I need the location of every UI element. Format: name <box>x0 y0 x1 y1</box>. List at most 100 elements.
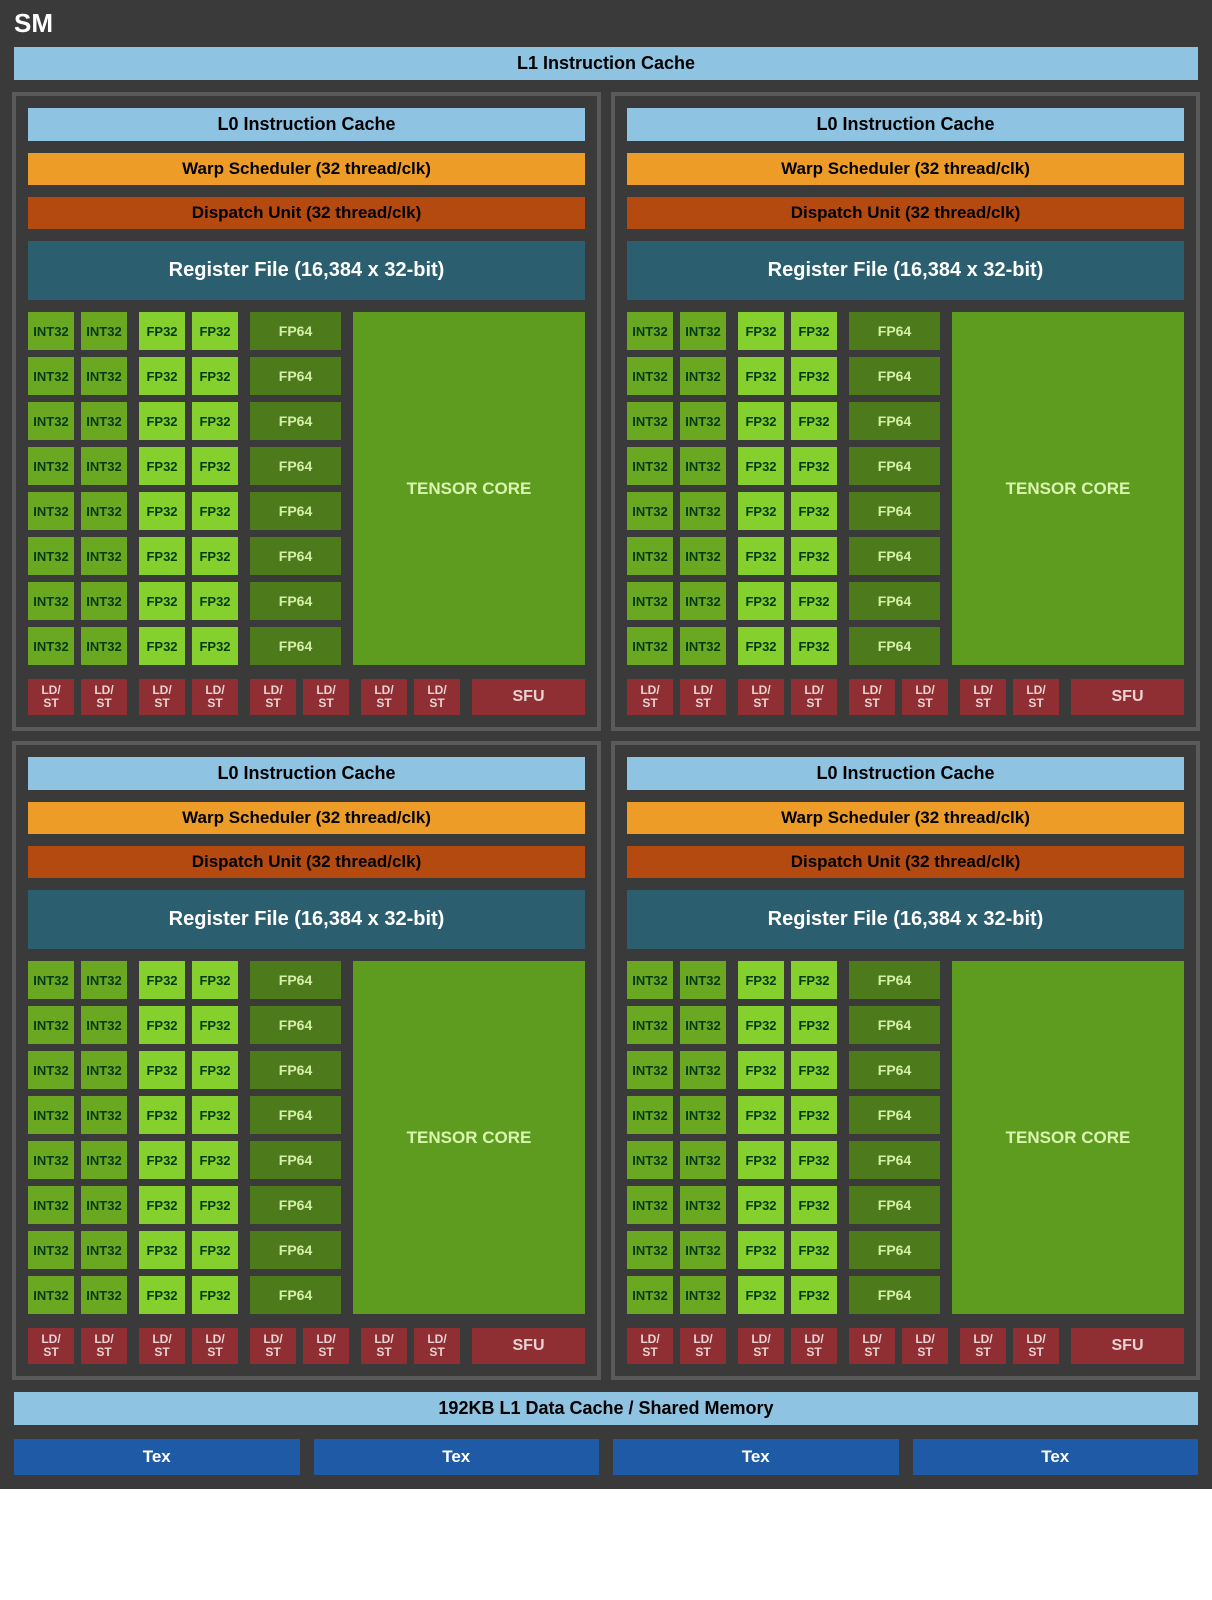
fp32-core: FP32 <box>736 1229 786 1271</box>
fp64-core: FP64 <box>847 625 942 667</box>
fp64-core: FP64 <box>248 1049 343 1091</box>
int32-core: INT32 <box>678 1274 728 1316</box>
ldst-unit: LD/ST <box>26 677 76 717</box>
ldst-unit: LD/ST <box>26 1326 76 1366</box>
int32-core: INT32 <box>79 490 129 532</box>
fp32-core: FP32 <box>789 1229 839 1271</box>
fp32-core: FP32 <box>137 310 187 352</box>
int32-core: INT32 <box>625 1139 675 1181</box>
int32-core: INT32 <box>625 1274 675 1316</box>
fp64-core: FP64 <box>248 310 343 352</box>
int32-core: INT32 <box>79 1094 129 1136</box>
fp32-columns: FP32FP32FP32FP32FP32FP32FP32FP32FP32FP32… <box>736 310 839 667</box>
sm-partition: L0 Instruction CacheWarp Scheduler (32 t… <box>12 741 601 1380</box>
fp32-core: FP32 <box>137 959 187 1001</box>
ldst-unit: LD/ST <box>789 677 839 717</box>
fp64-core: FP64 <box>248 1094 343 1136</box>
int32-core: INT32 <box>26 355 76 397</box>
fp32-core: FP32 <box>789 625 839 667</box>
int32-core: INT32 <box>79 1229 129 1271</box>
ldst-unit: LD/ST <box>900 1326 950 1366</box>
tensor-core: TENSOR CORE <box>950 310 1186 667</box>
int32-core: INT32 <box>625 1184 675 1226</box>
fp64-core: FP64 <box>847 1229 942 1271</box>
fp32-core: FP32 <box>190 1229 240 1271</box>
int32-core: INT32 <box>79 1049 129 1091</box>
int32-core: INT32 <box>678 355 728 397</box>
fp32-core: FP32 <box>789 1094 839 1136</box>
int32-core: INT32 <box>26 400 76 442</box>
fp32-core: FP32 <box>190 580 240 622</box>
int32-core: INT32 <box>678 490 728 532</box>
int32-core: INT32 <box>79 1139 129 1181</box>
ldst-row: LD/STLD/STLD/STLD/STLD/STLD/STLD/STLD/ST… <box>26 677 587 717</box>
fp32-core: FP32 <box>137 1274 187 1316</box>
fp32-core: FP32 <box>736 490 786 532</box>
fp32-core: FP32 <box>789 535 839 577</box>
l1-data-cache: 192KB L1 Data Cache / Shared Memory <box>12 1390 1200 1427</box>
fp64-core: FP64 <box>847 310 942 352</box>
int32-core: INT32 <box>26 959 76 1001</box>
sm-partition: L0 Instruction CacheWarp Scheduler (32 t… <box>611 741 1200 1380</box>
ldst-unit: LD/ST <box>79 1326 129 1366</box>
int32-core: INT32 <box>625 400 675 442</box>
fp64-core: FP64 <box>847 1004 942 1046</box>
fp64-core: FP64 <box>847 1274 942 1316</box>
fp64-core: FP64 <box>847 490 942 532</box>
fp64-core: FP64 <box>847 959 942 1001</box>
fp64-core: FP64 <box>248 1184 343 1226</box>
fp64-core: FP64 <box>847 1049 942 1091</box>
cores-row: INT32INT32INT32INT32INT32INT32INT32INT32… <box>625 310 1186 667</box>
fp32-core: FP32 <box>736 1094 786 1136</box>
fp32-core: FP32 <box>736 1139 786 1181</box>
ldst-unit: LD/ST <box>1011 1326 1061 1366</box>
l0-instruction-cache: L0 Instruction Cache <box>625 755 1186 792</box>
int32-core: INT32 <box>625 310 675 352</box>
fp32-core: FP32 <box>736 400 786 442</box>
ldst-unit: LD/ST <box>137 677 187 717</box>
fp32-core: FP32 <box>789 1274 839 1316</box>
cores-row: INT32INT32INT32INT32INT32INT32INT32INT32… <box>625 959 1186 1316</box>
int32-core: INT32 <box>678 445 728 487</box>
int32-core: INT32 <box>79 959 129 1001</box>
tex-unit: Tex <box>611 1437 901 1477</box>
int32-core: INT32 <box>26 535 76 577</box>
ldst-unit: LD/ST <box>412 1326 462 1366</box>
fp32-core: FP32 <box>736 625 786 667</box>
int32-core: INT32 <box>678 400 728 442</box>
register-file: Register File (16,384 x 32-bit) <box>26 888 587 951</box>
fp32-core: FP32 <box>736 1274 786 1316</box>
fp32-core: FP32 <box>137 1094 187 1136</box>
sm-block: SM L1 Instruction Cache L0 Instruction C… <box>0 0 1212 1489</box>
ldst-unit: LD/ST <box>625 677 675 717</box>
tex-unit: Tex <box>911 1437 1201 1477</box>
fp64-core: FP64 <box>248 1229 343 1271</box>
fp32-core: FP32 <box>190 1274 240 1316</box>
fp32-core: FP32 <box>190 1094 240 1136</box>
ldst-unit: LD/ST <box>79 677 129 717</box>
tex-unit: Tex <box>312 1437 602 1477</box>
int32-core: INT32 <box>678 1004 728 1046</box>
ldst-unit: LD/ST <box>301 1326 351 1366</box>
fp64-column: FP64FP64FP64FP64FP64FP64FP64FP64 <box>248 310 343 667</box>
fp64-core: FP64 <box>248 490 343 532</box>
fp64-core: FP64 <box>248 1274 343 1316</box>
cores-row: INT32INT32INT32INT32INT32INT32INT32INT32… <box>26 310 587 667</box>
fp64-core: FP64 <box>847 445 942 487</box>
dispatch-unit: Dispatch Unit (32 thread/clk) <box>625 844 1186 880</box>
fp32-core: FP32 <box>736 1049 786 1091</box>
ldst-unit: LD/ST <box>789 1326 839 1366</box>
register-file: Register File (16,384 x 32-bit) <box>26 239 587 302</box>
dispatch-unit: Dispatch Unit (32 thread/clk) <box>26 844 587 880</box>
int32-columns: INT32INT32INT32INT32INT32INT32INT32INT32… <box>625 959 728 1316</box>
register-file: Register File (16,384 x 32-bit) <box>625 239 1186 302</box>
fp64-column: FP64FP64FP64FP64FP64FP64FP64FP64 <box>847 959 942 1316</box>
int32-core: INT32 <box>678 959 728 1001</box>
fp32-core: FP32 <box>190 400 240 442</box>
partition-grid: L0 Instruction CacheWarp Scheduler (32 t… <box>12 92 1200 1380</box>
int32-core: INT32 <box>26 625 76 667</box>
ldst-row: LD/STLD/STLD/STLD/STLD/STLD/STLD/STLD/ST… <box>625 1326 1186 1366</box>
fp64-core: FP64 <box>248 535 343 577</box>
int32-core: INT32 <box>625 1229 675 1271</box>
fp64-core: FP64 <box>248 445 343 487</box>
